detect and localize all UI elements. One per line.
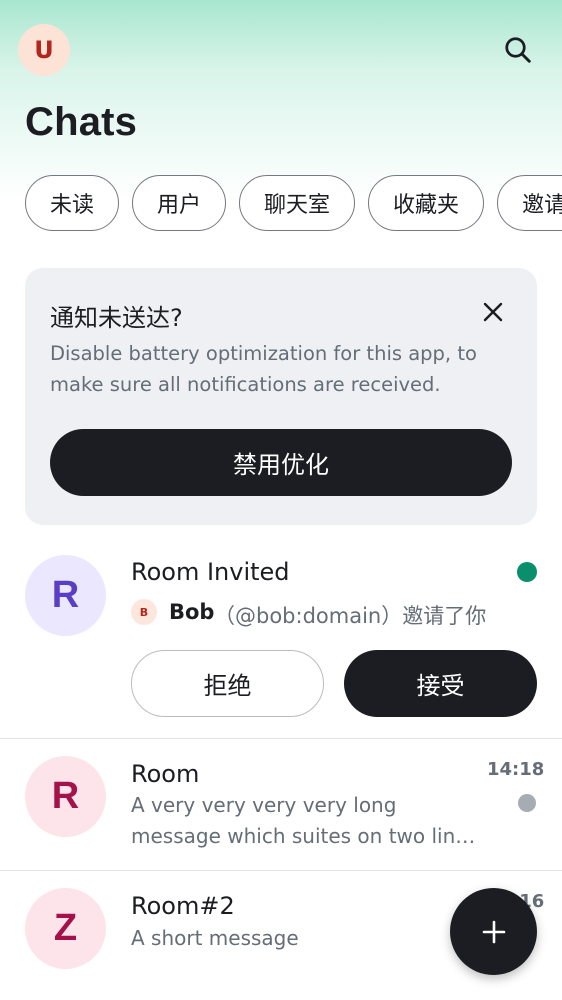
decline-button[interactable]: 拒绝: [131, 650, 324, 717]
room-last-message: A very very very very long message which…: [131, 793, 476, 848]
room-timestamp: 14:18: [487, 759, 545, 780]
room-name: Room Invited: [131, 558, 290, 586]
notification-banner: 通知未送达? Disable battery optimization for …: [25, 268, 537, 525]
room-avatar: Z: [25, 888, 106, 969]
banner-title: 通知未送达?: [50, 304, 183, 332]
room-avatar: R: [25, 555, 106, 636]
filter-chip-people[interactable]: 用户: [132, 175, 227, 231]
room-name: Room: [131, 760, 200, 788]
list-divider: [0, 870, 562, 871]
room-avatar-letter: R: [51, 775, 80, 817]
accept-button[interactable]: 接受: [344, 650, 537, 717]
user-avatar[interactable]: U: [18, 24, 70, 76]
search-button[interactable]: [494, 26, 542, 74]
inviter-name: Bob: [169, 600, 215, 624]
banner-body-text: Disable battery optimization for this ap…: [50, 342, 477, 396]
filter-chip-rooms[interactable]: 聊天室: [239, 175, 356, 231]
inviter-detail: （@bob:domain）邀请了你: [214, 604, 487, 628]
banner-close-button[interactable]: [475, 294, 511, 330]
plus-icon: [482, 920, 505, 943]
inviter-avatar-letter: B: [139, 605, 149, 619]
filter-chip-invites[interactable]: 邀请: [497, 175, 562, 231]
list-divider: [0, 738, 562, 739]
room-avatar-letter: Z: [53, 907, 78, 949]
filter-chip-unread[interactable]: 未读: [25, 175, 120, 231]
filter-chip-favourites[interactable]: 收藏夹: [368, 175, 485, 231]
invite-unread-dot: [517, 562, 537, 582]
filter-chips: 未读 用户 聊天室 收藏夹 邀请: [25, 175, 562, 231]
top-app-bar: U: [0, 0, 562, 100]
search-icon: [505, 37, 531, 63]
user-avatar-letter: U: [34, 36, 54, 64]
room-name: Room#2: [131, 892, 235, 920]
room-last-message: A short message: [131, 926, 299, 950]
room-invite-item: R Room Invited B Bob （@bob:domain）邀请了你 拒…: [0, 540, 562, 738]
inviter-avatar: B: [131, 599, 157, 625]
new-chat-fab[interactable]: [450, 888, 537, 975]
room-list-item[interactable]: R Room 14:18 A very very very very long …: [0, 740, 562, 870]
muted-unread-dot: [518, 794, 536, 812]
close-icon: [483, 302, 503, 322]
room-avatar-letter: R: [51, 574, 80, 616]
disable-optimization-button[interactable]: 禁用优化: [50, 429, 512, 496]
page-title: Chats: [25, 100, 138, 144]
room-avatar: R: [25, 756, 106, 837]
